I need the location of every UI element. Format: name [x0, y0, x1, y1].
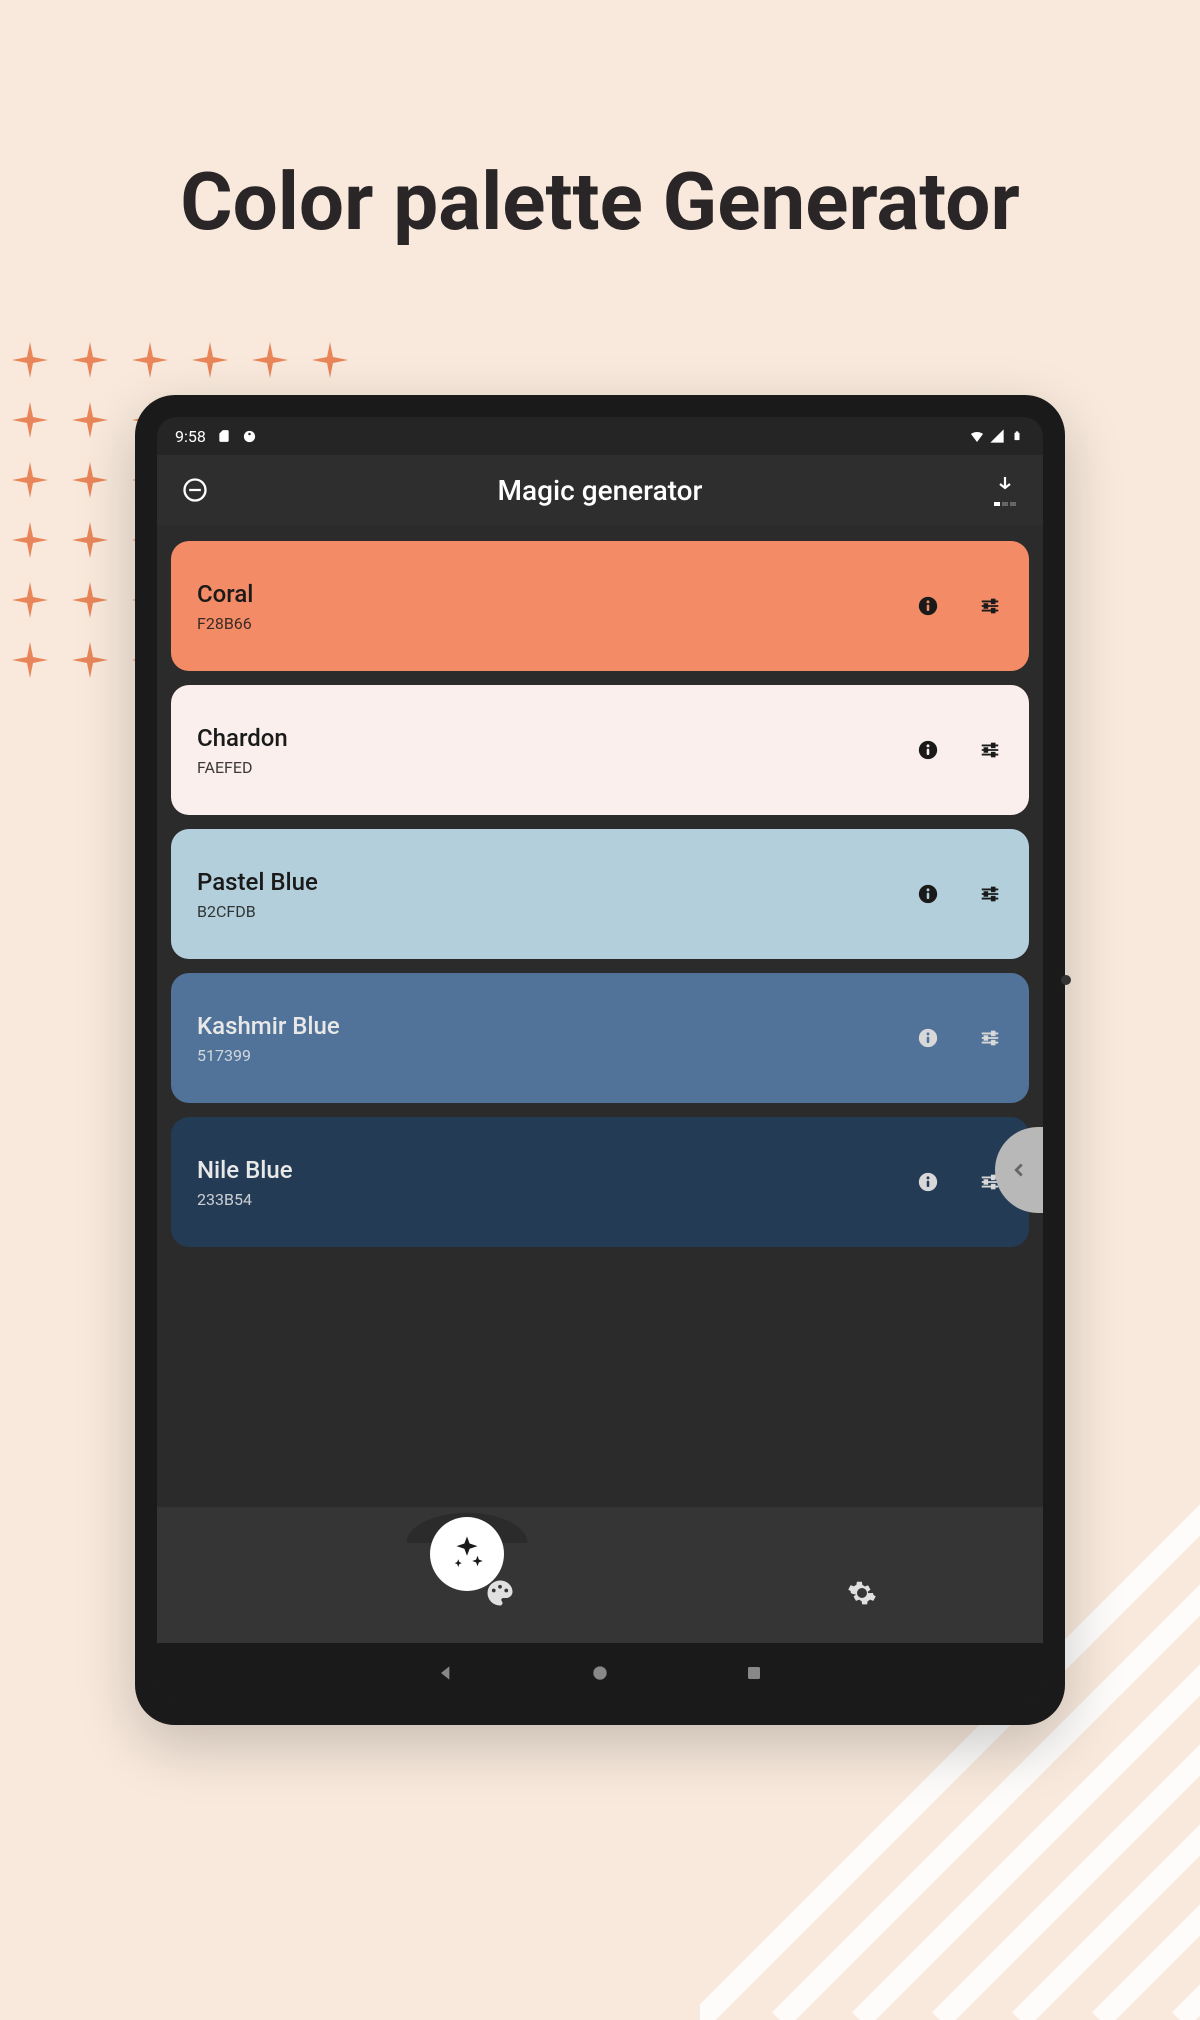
status-time: 9:58: [175, 427, 206, 446]
color-card[interactable]: Pastel Blue B2CFDB: [171, 829, 1029, 959]
system-back[interactable]: [434, 1661, 458, 1685]
tune-icon[interactable]: [977, 737, 1003, 763]
system-recent[interactable]: [742, 1661, 766, 1685]
sparkle-icon: [0, 510, 60, 570]
color-hex: 517399: [197, 1046, 340, 1065]
info-icon[interactable]: [915, 593, 941, 619]
sparkle-icon: [60, 570, 120, 630]
page-title: Color palette Generator: [0, 155, 1200, 249]
sparkle-icon: [240, 330, 300, 390]
info-icon[interactable]: [915, 881, 941, 907]
tune-icon[interactable]: [977, 1025, 1003, 1051]
sparkle-icon: [0, 630, 60, 690]
color-name: Nile Blue: [197, 1156, 293, 1184]
tune-icon[interactable]: [977, 593, 1003, 619]
color-card[interactable]: Kashmir Blue 517399: [171, 973, 1029, 1103]
sparkle-icon: [60, 330, 120, 390]
color-list: Coral F28B66 Chardon FAEFED Pastel Blue B2CFD…: [157, 525, 1043, 1543]
status-bar: 9:58: [157, 417, 1043, 455]
sparkle-icon: [60, 390, 120, 450]
color-hex: B2CFDB: [197, 902, 318, 921]
color-name: Coral: [197, 580, 253, 608]
wifi-icon: [969, 428, 985, 444]
color-hex: 233B54: [197, 1190, 293, 1209]
sparkle-icon: [0, 450, 60, 510]
tablet-frame: 9:58: [135, 395, 1065, 1725]
system-home[interactable]: [588, 1661, 612, 1685]
tablet-camera: [1061, 975, 1071, 985]
color-name: Chardon: [197, 724, 288, 752]
system-nav: [157, 1643, 1043, 1703]
color-name: Pastel Blue: [197, 868, 318, 896]
sparkle-icon: [0, 330, 60, 390]
signal-icon: [989, 428, 1005, 444]
sparkle-icon: [60, 510, 120, 570]
color-name: Kashmir Blue: [197, 1012, 340, 1040]
nav-magic[interactable]: [430, 1517, 504, 1591]
sparkle-icon: [0, 390, 60, 450]
bottom-nav: [157, 1543, 1043, 1643]
nav-settings[interactable]: [844, 1575, 880, 1611]
info-icon[interactable]: [915, 737, 941, 763]
color-hex: F28B66: [197, 614, 253, 633]
download-button[interactable]: [987, 472, 1023, 508]
color-card[interactable]: Nile Blue 233B54: [171, 1117, 1029, 1247]
sparkle-icon: [300, 330, 360, 390]
app-header: Magic generator: [157, 455, 1043, 525]
sparkle-icon: [120, 330, 180, 390]
header-title: Magic generator: [213, 474, 987, 507]
color-card[interactable]: Coral F28B66: [171, 541, 1029, 671]
screen: 9:58: [157, 417, 1043, 1703]
sparkle-icon: [0, 570, 60, 630]
sparkle-icon: [60, 450, 120, 510]
tune-icon[interactable]: [977, 881, 1003, 907]
color-card[interactable]: Chardon FAEFED: [171, 685, 1029, 815]
battery-icon: [1009, 428, 1025, 444]
info-icon[interactable]: [915, 1169, 941, 1195]
sd-card-icon: [216, 428, 232, 444]
sparkle-icon: [180, 330, 240, 390]
sparkle-icon: [60, 630, 120, 690]
remove-button[interactable]: [177, 472, 213, 508]
info-icon[interactable]: [915, 1025, 941, 1051]
circle-icon: [242, 428, 258, 444]
color-hex: FAEFED: [197, 758, 288, 777]
